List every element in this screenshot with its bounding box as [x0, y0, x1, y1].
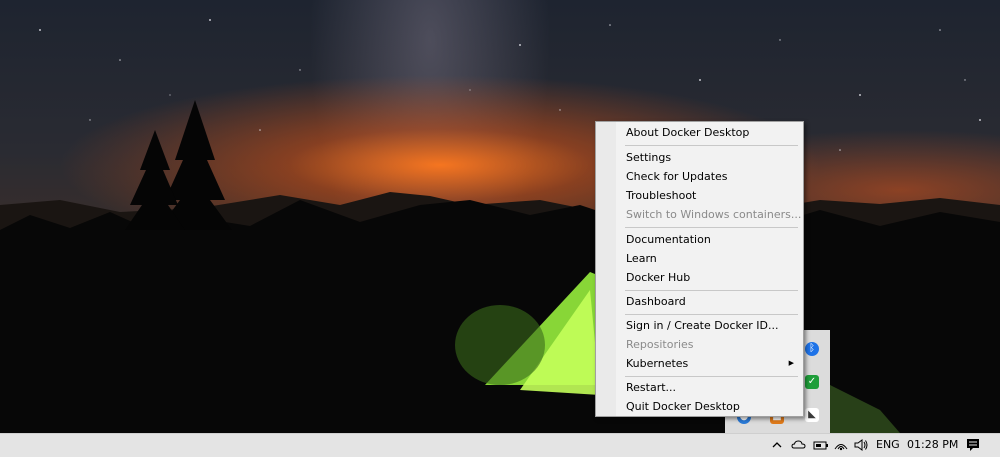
wifi-icon[interactable]: [833, 437, 849, 453]
desktop-wallpaper: [0, 0, 1000, 433]
menu-item-kubernetes-label: Kubernetes: [626, 357, 689, 370]
bluetooth-icon[interactable]: ᛒ: [805, 342, 819, 356]
menu-item-quit-docker-desktop[interactable]: Quit Docker Desktop: [597, 397, 802, 416]
check-shield-icon[interactable]: ✓: [805, 375, 819, 389]
clock-time[interactable]: 01:28 PM: [907, 437, 958, 453]
wallpaper-landscape: [0, 19, 1000, 433]
menu-item-restart[interactable]: Restart...: [597, 378, 802, 397]
taskbar: ENG 01:28 PM: [0, 433, 1000, 457]
notification-icon[interactable]: [964, 437, 982, 453]
menu-item-switch-to-windows-containers: Switch to Windows containers...: [626, 208, 802, 221]
chevron-up-icon[interactable]: [769, 437, 785, 453]
menu-item-kubernetes[interactable]: Kubernetes ▶: [597, 354, 802, 373]
menu-item-check-for-updates[interactable]: Check for Updates: [597, 167, 802, 186]
menu-separator: [625, 227, 798, 228]
language-indicator[interactable]: ENG: [876, 437, 900, 453]
menu-item-troubleshoot[interactable]: Troubleshoot: [597, 186, 802, 205]
menu-item-documentation[interactable]: Documentation: [597, 230, 802, 249]
menu-item-learn[interactable]: Learn: [597, 249, 802, 268]
menu-item-settings[interactable]: Settings: [597, 148, 802, 167]
menu-separator: [625, 290, 798, 291]
battery-icon[interactable]: [812, 437, 830, 453]
menu-separator: [625, 314, 798, 315]
menu-item-about-docker-desktop[interactable]: About Docker Desktop: [597, 123, 802, 142]
menu-item-docker-hub[interactable]: Docker Hub: [597, 268, 802, 287]
submenu-arrow-icon: ▶: [788, 359, 794, 367]
onedrive-cloud-icon[interactable]: [790, 437, 808, 453]
docker-whale-icon[interactable]: ◣: [805, 408, 819, 422]
menu-item-dashboard[interactable]: Dashboard: [597, 292, 802, 311]
docker-context-menu: About Docker Desktop Settings Check for …: [595, 121, 804, 417]
menu-item-sign-in[interactable]: Sign in / Create Docker ID...: [597, 316, 802, 335]
menu-separator: [625, 145, 798, 146]
menu-separator: [625, 376, 798, 377]
menu-item-repositories: Repositories: [626, 338, 694, 351]
stars: [39, 19, 981, 151]
speaker-icon[interactable]: [852, 437, 870, 453]
